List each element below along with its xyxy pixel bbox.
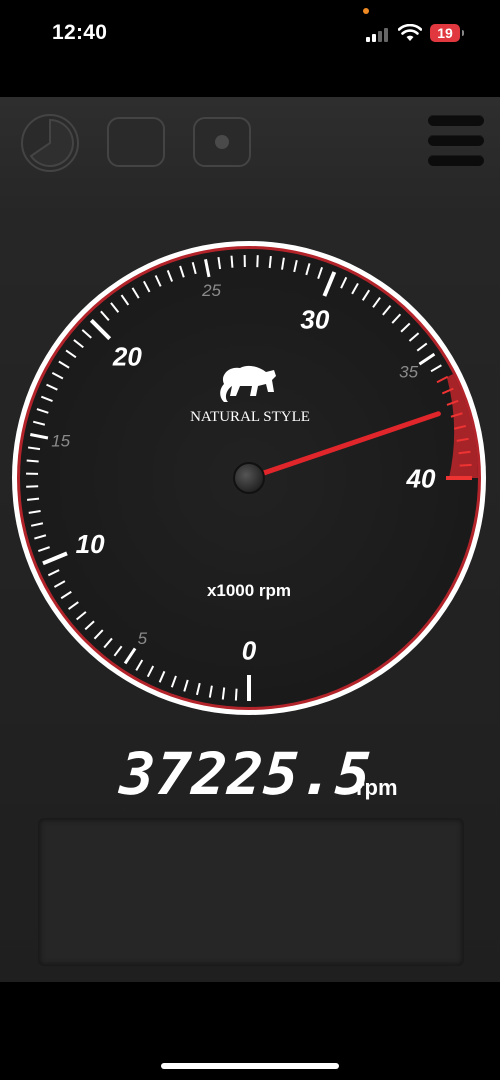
major-label: 20 — [112, 342, 142, 372]
minor-tick — [234, 688, 238, 701]
battery-icon: 19 — [430, 24, 464, 42]
wifi-icon — [398, 24, 422, 41]
minor-tick — [26, 497, 40, 501]
status-time: 12:40 — [52, 21, 108, 44]
minor-tick — [268, 255, 272, 269]
needle-hub — [233, 462, 265, 494]
minor-label: 5 — [138, 629, 148, 648]
major-label: 40 — [406, 463, 436, 493]
home-indicator — [161, 1063, 339, 1069]
camera-indicator-icon — [363, 8, 369, 14]
minor-tick — [459, 463, 472, 467]
status-bar: 12:40 19 — [0, 0, 500, 70]
info-panel — [38, 818, 464, 966]
minor-label: 25 — [201, 281, 221, 300]
cellular-signal-icon — [366, 26, 388, 42]
rpm-readout: 37225.5 — [117, 740, 374, 808]
major-label: 10 — [76, 529, 105, 559]
rpm-unit: rpm — [356, 775, 398, 800]
minor-label: 35 — [399, 362, 418, 381]
minor-tick — [26, 459, 39, 463]
minor-tick — [458, 450, 471, 455]
major-label: 30 — [300, 304, 329, 334]
minor-tick — [230, 255, 234, 268]
minor-tick — [221, 687, 226, 700]
tachometer-dial: 0 10 20 30 40 5 15 25 35 NATURAL STYLE x1000 rpm — [12, 241, 486, 715]
brand-text: NATURAL STYLE — [190, 409, 310, 425]
minor-label: 15 — [51, 432, 70, 451]
unit-label: x1000 rpm — [207, 581, 291, 600]
major-label: 0 — [242, 635, 257, 665]
